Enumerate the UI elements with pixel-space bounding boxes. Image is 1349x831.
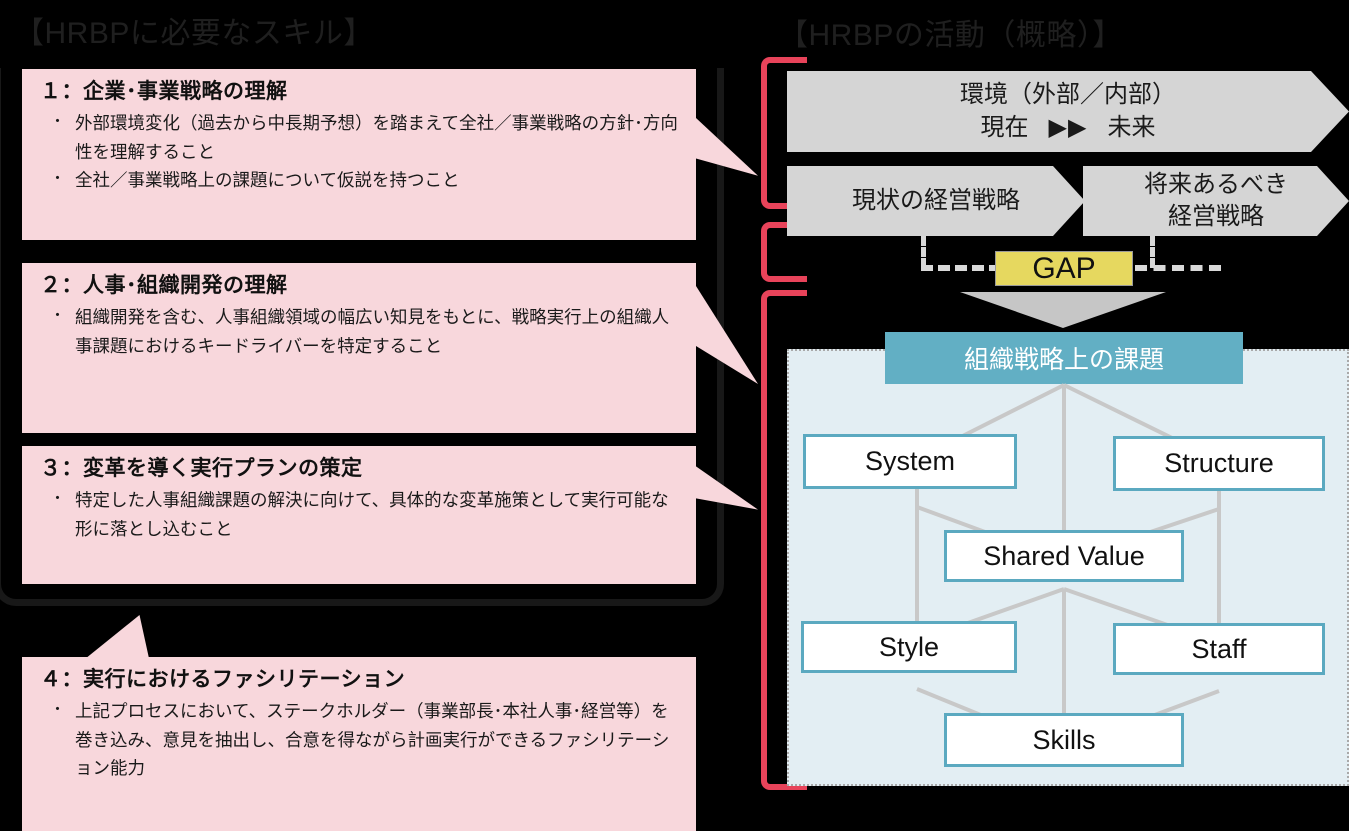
future-strategy-line-2: 経営戦略	[1168, 203, 1264, 230]
environment-present: 現在	[980, 113, 1029, 141]
bullet-marker: ・	[50, 701, 66, 719]
skill-card-3-title: ３：変革を導く実行プランの策定	[40, 457, 363, 480]
skill-card-3[interactable]: ３：変革を導く実行プランの策定 ・ 特定した人事組織課題の解決に向けて、具体的な…	[22, 446, 696, 584]
skill-card-4[interactable]: ４：実行におけるファシリテーション ・ 上記プロセスにおいて、ステークホルダー（…	[22, 657, 696, 831]
environment-chevron[interactable]: 環境（外部／内部） 現在 ▶▶ 未来	[787, 71, 1349, 152]
seven-s-box-system[interactable]: System	[803, 434, 1017, 489]
skill-card-2-bullet-1: ・ 組織開発を含む、人事組織領域の幅広い知見をもとに、戦略実行上の組織人事課題に…	[50, 303, 682, 360]
bullet-marker: ・	[50, 307, 66, 325]
current-strategy-chevron[interactable]: 現状の経営戦略	[787, 166, 1085, 236]
future-strategy-chevron[interactable]: 将来あるべき 経営戦略	[1083, 166, 1349, 236]
gap-connector-right-horizontal	[1135, 265, 1221, 271]
bullet-marker: ・	[50, 113, 66, 131]
slide-canvas: 【HRBPに必要なスキル】 １：企業･事業戦略の理解 ・ 外部環境変化（過去から…	[0, 0, 1349, 831]
skill-card-4-title: ４：実行におけるファシリテーション	[40, 668, 406, 691]
environment-line-2: 現在 ▶▶ 未来	[960, 112, 1176, 144]
gap-down-arrow-icon	[960, 292, 1166, 328]
skill-card-1-bullet-1: ・ 外部環境変化（過去から中長期予想）を踏まえて全社／事業戦略の方針･方向性を理…	[50, 109, 682, 166]
bullet-marker: ・	[50, 169, 66, 187]
skill-card-3-bullet-1: ・ 特定した人事組織課題の解決に向けて、具体的な変革施策として実行可能な形に落と…	[50, 486, 682, 543]
seven-s-box-staff[interactable]: Staff	[1113, 623, 1325, 675]
bullet-marker: ・	[50, 490, 66, 508]
skill-card-4-bullet-1: ・ 上記プロセスにおいて、ステークホルダー（事業部長･本社人事･経営等）を巻き込…	[50, 697, 682, 782]
future-strategy-line-1: 将来あるべき	[1144, 170, 1288, 198]
skill-card-4-pointer-arrow	[80, 615, 150, 663]
page-title-skills: 【HRBPに必要なスキル】	[14, 17, 374, 50]
seven-s-box-skills[interactable]: Skills	[944, 713, 1184, 767]
forward-arrows-icon: ▶▶	[1048, 113, 1088, 141]
skill-card-1-bullet-2: ・ 全社／事業戦略上の課題について仮説を持つこと	[50, 166, 682, 194]
skill-card-1-title: １：企業･事業戦略の理解	[40, 80, 288, 103]
skill-card-2-title: ２：人事･組織開発の理解	[40, 274, 288, 297]
seven-s-box-style[interactable]: Style	[801, 621, 1017, 673]
seven-s-box-shared-value[interactable]: Shared Value	[944, 530, 1184, 582]
skill-card-2[interactable]: ２：人事･組織開発の理解 ・ 組織開発を含む、人事組織領域の幅広い知見をもとに、…	[22, 263, 696, 433]
gap-connector-left-vertical	[921, 236, 926, 268]
gap-badge[interactable]: GAP	[995, 251, 1133, 286]
skill-card-1[interactable]: １：企業･事業戦略の理解 ・ 外部環境変化（過去から中長期予想）を踏まえて全社／…	[22, 69, 696, 240]
page-title-activity: 【HRBPの活動（概略）】	[778, 19, 1123, 52]
seven-s-box-structure[interactable]: Structure	[1113, 436, 1325, 491]
environment-line-1: 環境（外部／内部）	[960, 81, 1176, 109]
environment-future: 未来	[1107, 113, 1156, 141]
gap-connector-left-horizontal	[921, 265, 1001, 271]
gap-connector-right-vertical	[1150, 236, 1155, 268]
